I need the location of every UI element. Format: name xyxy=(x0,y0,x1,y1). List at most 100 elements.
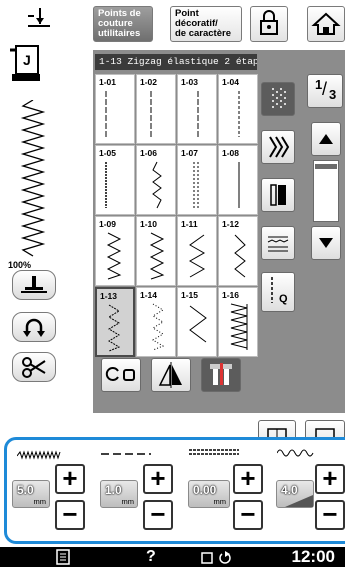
length-value-box: 1.0 mm xyxy=(100,480,138,508)
triple-stitch-icon xyxy=(105,162,107,208)
stitch-id: 1-12 xyxy=(222,219,240,229)
position-plus-button[interactable]: + xyxy=(233,464,263,494)
selected-stitch-title: 1-13 Zigzag élastique 2 étapes xyxy=(95,54,257,70)
overcast-stitch-icon xyxy=(230,303,248,350)
lock-button[interactable] xyxy=(250,6,288,42)
presser-foot-icon: J xyxy=(8,44,42,84)
setting-width: 5.0 mm + − xyxy=(7,440,89,540)
tension-minus-button[interactable]: − xyxy=(315,500,345,530)
pattern-dots-icon xyxy=(272,88,286,108)
elastic-zigzag-icon xyxy=(108,304,121,352)
stitch-cell-1-12[interactable]: 1-12 xyxy=(218,216,258,286)
stitch-cell-1-07[interactable]: 1-07 xyxy=(177,145,217,215)
svg-text:J: J xyxy=(23,52,31,68)
decorative-lines-icon xyxy=(267,236,289,252)
page-indicator: 1 / 3 xyxy=(307,74,343,108)
twin-needle-button[interactable] xyxy=(201,358,241,392)
help-button[interactable]: ? xyxy=(146,547,156,567)
stitch-pattern-view-button[interactable] xyxy=(261,82,295,116)
stitch-id: 1-05 xyxy=(99,148,117,158)
stitch-id: 1-14 xyxy=(140,290,158,300)
stretch-stitch-icon xyxy=(152,161,162,209)
scissors-icon xyxy=(22,357,46,378)
arrow-up-icon xyxy=(319,134,333,144)
stitch-category-zigzag-button[interactable] xyxy=(261,130,295,164)
home-icon xyxy=(311,12,341,35)
position-minus-button[interactable]: − xyxy=(233,500,263,530)
width-value-box: 5.0 mm xyxy=(12,480,50,508)
stitch-cell-1-14[interactable]: 1-14 xyxy=(136,287,176,357)
elastic-zigzag-icon xyxy=(152,303,165,351)
zigzag-stitch-icon xyxy=(188,234,206,278)
stitch-cell-1-08[interactable]: 1-08 xyxy=(218,145,258,215)
stitch-cell-1-03[interactable]: 1-03 xyxy=(177,74,217,144)
twin-needle-icon xyxy=(210,363,232,385)
page-total: 3 xyxy=(329,87,337,102)
stitch-id: 1-09 xyxy=(99,219,117,229)
position-stitch-icon xyxy=(189,449,239,455)
width-plus-button[interactable]: + xyxy=(55,464,85,494)
scroll-up-button[interactable] xyxy=(311,122,341,156)
tab-utility-stitches[interactable]: Points de couture utilitaires xyxy=(93,6,153,42)
arrow-down-icon xyxy=(319,238,333,248)
stitch-panel: 1-13 Zigzag élastique 2 étapes 1-01 1-02… xyxy=(93,50,345,413)
stitch-cell-1-05[interactable]: 1-05 xyxy=(95,145,135,215)
stitch-cell-1-06[interactable]: 1-06 xyxy=(136,145,176,215)
stitch-id: 1-04 xyxy=(222,77,240,87)
reverse-stitch-button[interactable] xyxy=(12,312,56,342)
stitch-id: 1-06 xyxy=(140,148,158,158)
stitch-id: 1-02 xyxy=(140,77,158,87)
tension-value-box: 4.0 xyxy=(276,480,314,508)
zigzag-stitch-icon xyxy=(106,232,122,280)
tension-bars-icon xyxy=(285,495,313,507)
clock: 12:00 xyxy=(291,547,335,566)
page-divider: / xyxy=(322,79,328,99)
stitch-id: 1-08 xyxy=(222,148,240,158)
stitch-category-decorative-button[interactable] xyxy=(261,226,295,260)
stitch-cell-1-13[interactable]: 1-13 xyxy=(95,287,135,357)
home-button[interactable] xyxy=(307,6,345,42)
tension-plus-button[interactable]: + xyxy=(315,464,345,494)
straight-stitch-icon xyxy=(105,91,107,137)
stitch-cell-1-04[interactable]: 1-04 xyxy=(218,74,258,144)
reinforce-icon xyxy=(105,367,135,381)
mirror-image-button[interactable] xyxy=(151,358,191,392)
quilting-stitch-button[interactable]: Q xyxy=(261,272,295,312)
tab-decorative-stitches[interactable]: Point décoratif/ de caractère xyxy=(170,6,242,42)
tab-decorative-line-3: de caractère xyxy=(175,28,231,39)
width-zigzag-icon xyxy=(17,450,61,460)
stitch-cell-1-01[interactable]: 1-01 xyxy=(95,74,135,144)
stitch-category-buttonhole-button[interactable] xyxy=(261,178,295,212)
straight-stitch-icon xyxy=(238,91,240,137)
straight-stitch-icon xyxy=(197,91,199,137)
stitch-id: 1-03 xyxy=(181,77,199,87)
stitch-cell-1-02[interactable]: 1-02 xyxy=(136,74,176,144)
zigzag-stitch-icon xyxy=(149,232,165,280)
scrollbar-thumb[interactable] xyxy=(315,164,337,169)
needle-up-down-button[interactable] xyxy=(12,270,56,300)
scrollbar-track[interactable] xyxy=(313,160,339,222)
tab-utility-line-3: utilitaires xyxy=(98,28,141,39)
length-plus-button[interactable]: + xyxy=(143,464,173,494)
stitch-id: 1-11 xyxy=(181,219,198,229)
document-icon[interactable] xyxy=(56,549,70,565)
scroll-down-button[interactable] xyxy=(311,226,341,260)
width-minus-button[interactable]: − xyxy=(55,500,85,530)
stitch-cell-1-10[interactable]: 1-10 xyxy=(136,216,176,286)
length-minus-button[interactable]: − xyxy=(143,500,173,530)
thread-cutter-button[interactable] xyxy=(12,352,56,382)
zigzag-stitch-icon xyxy=(234,234,246,278)
zoom-level: 100% xyxy=(8,260,32,270)
auto-reinforce-button[interactable] xyxy=(101,358,141,392)
stitch-id: 1-01 xyxy=(99,77,117,87)
stitch-cell-1-16[interactable]: 1-16 xyxy=(218,287,258,357)
tension-loops-icon xyxy=(277,449,314,457)
setting-position: 0.00 mm + − xyxy=(183,440,265,540)
setting-length: 1.0 mm + − xyxy=(95,440,177,540)
bobbin-winding-icon[interactable] xyxy=(200,549,238,565)
position-unit: mm xyxy=(213,497,227,506)
stitch-cell-1-15[interactable]: 1-15 xyxy=(177,287,217,357)
position-value: 0.00 xyxy=(193,483,217,497)
stitch-cell-1-09[interactable]: 1-09 xyxy=(95,216,135,286)
stitch-cell-1-11[interactable]: 1-11 xyxy=(177,216,217,286)
